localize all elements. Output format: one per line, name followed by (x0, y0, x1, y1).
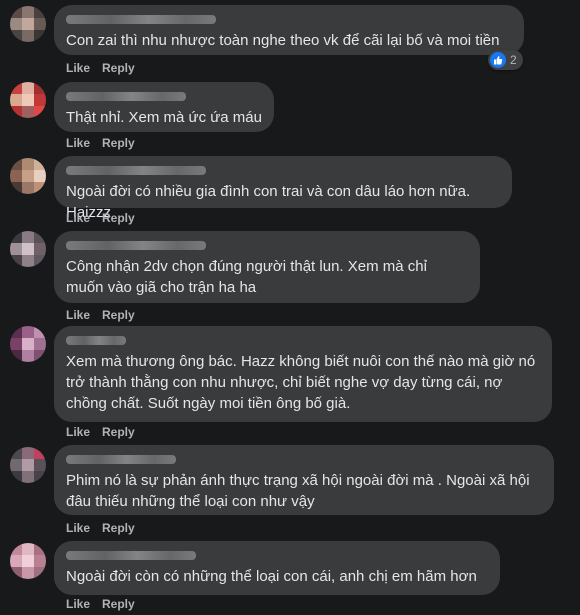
like-button[interactable]: Like (66, 597, 90, 611)
like-button[interactable]: Like (66, 521, 90, 535)
comment-actions: Like Reply (66, 425, 147, 439)
reply-button[interactable]: Reply (102, 211, 135, 225)
reply-button[interactable]: Reply (102, 308, 135, 322)
like-button[interactable]: Like (66, 425, 90, 439)
reaction-count[interactable]: 2 (488, 50, 523, 70)
avatar[interactable] (10, 543, 46, 579)
author-name-blurred[interactable] (66, 241, 206, 250)
reply-button[interactable]: Reply (102, 597, 135, 611)
avatar[interactable] (10, 6, 46, 42)
reply-button[interactable]: Reply (102, 136, 135, 150)
comment-text: Công nhận 2dv chọn đúng người thật lun. … (66, 258, 427, 296)
author-name-blurred[interactable] (66, 166, 206, 175)
comment-text: Phim nó là sự phản ánh thực trạng xã hội… (66, 472, 530, 510)
comment-bubble: Con zai thì nhu nhược toàn nghe theo vk … (54, 5, 524, 55)
author-name-blurred[interactable] (66, 455, 176, 464)
avatar[interactable] (10, 231, 46, 267)
comment-actions: Like Reply (66, 597, 147, 611)
comment-bubble: Thật nhỉ. Xem mà ức ứa máu (54, 82, 274, 132)
reply-button[interactable]: Reply (102, 521, 135, 535)
comment-actions: Like Reply (66, 61, 147, 75)
author-name-blurred[interactable] (66, 15, 216, 24)
comment-text: Ngoài đời còn có những thể loại con cái,… (66, 568, 477, 585)
comment-bubble: Ngoài đời có nhiều gia đình con trai và … (54, 156, 512, 221)
like-button[interactable]: Like (66, 308, 90, 322)
comment-text: Thật nhỉ. Xem mà ức ứa máu (66, 109, 262, 126)
comment-actions: Like Reply (66, 521, 147, 535)
avatar[interactable] (10, 158, 46, 194)
comment-actions: Like Reply (66, 136, 147, 150)
avatar[interactable] (10, 447, 46, 483)
comment-bubble: Xem mà thương ông bác. Hazz không biết n… (54, 326, 552, 422)
like-button[interactable]: Like (66, 136, 90, 150)
author-name-blurred[interactable] (66, 336, 126, 345)
author-name-blurred[interactable] (66, 551, 196, 560)
comment-actions: Like Reply (66, 211, 147, 225)
comment-bubble: Công nhận 2dv chọn đúng người thật lun. … (54, 231, 480, 303)
reply-button[interactable]: Reply (102, 61, 135, 75)
like-button[interactable]: Like (66, 211, 90, 225)
reply-button[interactable]: Reply (102, 425, 135, 439)
like-button[interactable]: Like (66, 61, 90, 75)
comment-text: Xem mà thương ông bác. Hazz không biết n… (66, 353, 536, 412)
reaction-count-number: 2 (510, 53, 517, 67)
avatar[interactable] (10, 326, 46, 362)
comment-text: Con zai thì nhu nhược toàn nghe theo vk … (66, 32, 500, 49)
comment-bubble: Ngoài đời còn có những thể loại con cái,… (54, 541, 500, 595)
author-name-blurred[interactable] (66, 92, 186, 101)
comment-actions: Like Reply (66, 308, 147, 322)
comment-bubble: Phim nó là sự phản ánh thực trạng xã hội… (54, 445, 554, 515)
avatar[interactable] (10, 82, 46, 118)
thumbs-up-icon (490, 52, 506, 68)
